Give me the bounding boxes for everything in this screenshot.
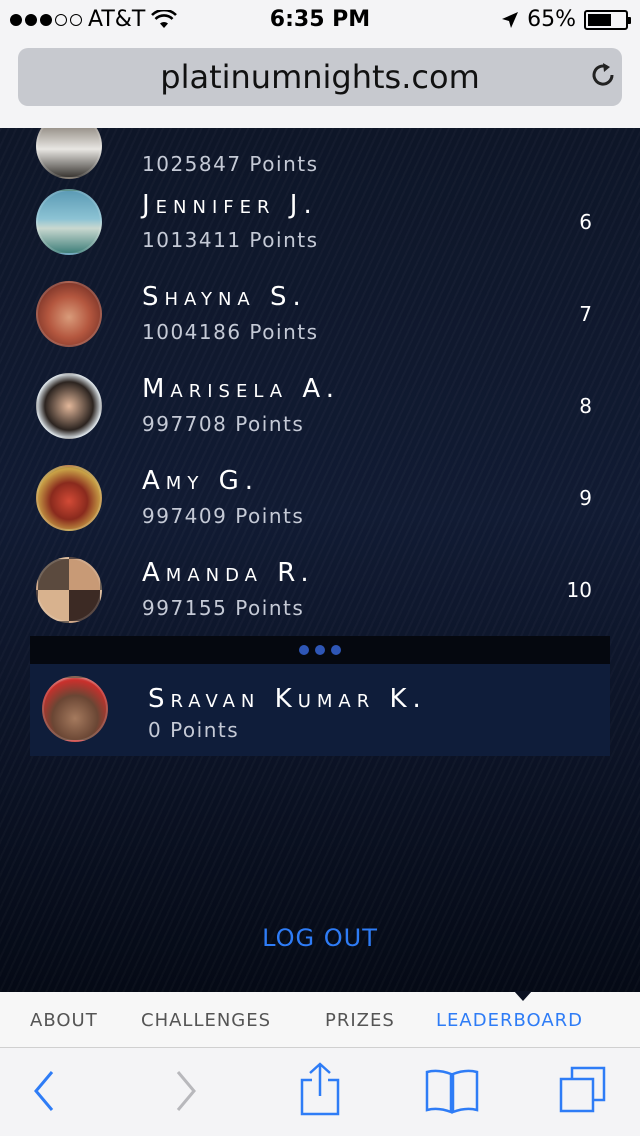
player-name: Amy G. bbox=[142, 466, 259, 496]
leaderboard-row[interactable]: Shayna S. 1004186 Points 7 bbox=[30, 268, 610, 360]
player-name: Jennifer J. bbox=[142, 190, 318, 220]
share-icon[interactable] bbox=[298, 1062, 342, 1116]
avatar bbox=[36, 189, 102, 255]
tab-navigation: ABOUT CHALLENGES PRIZES LEADERBOARD bbox=[0, 991, 640, 1048]
location-arrow-icon bbox=[502, 11, 519, 28]
player-name: Marisela A. bbox=[142, 374, 340, 404]
status-right: 65% bbox=[501, 7, 631, 32]
browser-toolbar bbox=[0, 1048, 640, 1136]
avatar bbox=[42, 676, 108, 742]
tab-challenges[interactable]: CHALLENGES bbox=[141, 1010, 271, 1031]
active-tab-indicator bbox=[514, 991, 532, 1001]
player-points: 1004186 Points bbox=[142, 320, 319, 344]
ellipsis-dot bbox=[315, 645, 325, 655]
current-user-row[interactable]: Sravan Kumar K. 0 Points bbox=[30, 664, 610, 756]
address-bar-area: platinumnights.com bbox=[0, 40, 640, 128]
battery-percent: 65% bbox=[527, 7, 576, 32]
leaderboard-row[interactable]: Amy G. 997409 Points 9 bbox=[30, 452, 610, 544]
tab-about[interactable]: ABOUT bbox=[30, 1010, 98, 1031]
reload-icon[interactable] bbox=[588, 60, 618, 90]
player-points: 0 Points bbox=[148, 718, 240, 742]
player-rank: 7 bbox=[579, 302, 592, 326]
url-text: platinumnights.com bbox=[160, 58, 480, 96]
battery-icon bbox=[584, 9, 631, 30]
status-bar: AT&T 6:35 PM 65% bbox=[0, 0, 640, 40]
avatar bbox=[36, 373, 102, 439]
leaderboard-row[interactable]: Jennifer J. 1013411 Points 6 bbox=[30, 176, 610, 268]
player-points: 1013411 Points bbox=[142, 228, 319, 252]
player-points: 1025847 Points bbox=[142, 152, 319, 176]
leaderboard-row[interactable]: Amanda R. 997155 Points 10 bbox=[30, 544, 610, 636]
ellipsis-separator bbox=[30, 636, 610, 664]
leaderboard-row[interactable]: Marisela A. 997708 Points 8 bbox=[30, 360, 610, 452]
player-rank: 8 bbox=[579, 394, 592, 418]
tab-prizes[interactable]: PRIZES bbox=[325, 1010, 395, 1031]
address-bar[interactable]: platinumnights.com bbox=[18, 48, 622, 106]
ellipsis-dot bbox=[299, 645, 309, 655]
player-name: Sravan Kumar K. bbox=[148, 684, 427, 714]
player-points: 997708 Points bbox=[142, 412, 305, 436]
leaderboard-content: 1025847 Points 5 Jennifer J. 1013411 Poi… bbox=[0, 128, 640, 992]
avatar bbox=[36, 281, 102, 347]
back-icon[interactable] bbox=[28, 1066, 60, 1116]
player-rank: 9 bbox=[579, 486, 592, 510]
player-rank: 6 bbox=[579, 210, 592, 234]
ellipsis-dot bbox=[331, 645, 341, 655]
player-name: Amanda R. bbox=[142, 558, 315, 588]
player-points: 997409 Points bbox=[142, 504, 305, 528]
avatar bbox=[36, 465, 102, 531]
forward-icon[interactable] bbox=[170, 1066, 202, 1116]
avatar bbox=[36, 557, 102, 623]
player-rank: 10 bbox=[566, 578, 592, 602]
tab-leaderboard[interactable]: LEADERBOARD bbox=[436, 1010, 583, 1031]
tabs-icon[interactable] bbox=[556, 1064, 610, 1118]
bookmarks-icon[interactable] bbox=[424, 1068, 480, 1114]
player-name: Shayna S. bbox=[142, 282, 307, 312]
avatar bbox=[36, 128, 102, 179]
logout-link[interactable]: LOG OUT bbox=[0, 924, 640, 952]
player-points: 997155 Points bbox=[142, 596, 305, 620]
